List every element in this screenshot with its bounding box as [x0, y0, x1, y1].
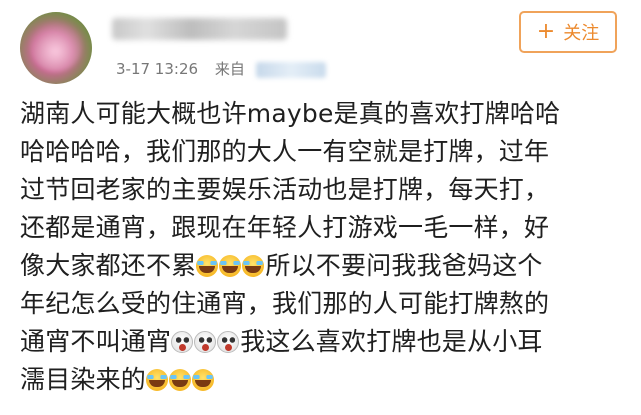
post-text: 湖南人可能大概也许maybe是真的喜欢打牌哈哈 [20, 99, 561, 128]
post-line: 湖南人可能大概也许maybe是真的喜欢打牌哈哈 [20, 95, 635, 133]
post-line: 像大家都还不累 所以不要问我我爸妈这个 [20, 247, 635, 285]
shocked-face-emoji-icon [194, 331, 217, 353]
post-text: 还都是通宵，跟现在年轻人打游戏一毛一样，好 [20, 213, 550, 242]
shocked-face-emoji-icon [171, 331, 194, 353]
laughing-tears-emoji-icon [219, 255, 242, 277]
source-blurred [255, 61, 326, 78]
post-text: 年纪怎么受的住通宵，我们那的人可能打牌熬的 [20, 289, 550, 318]
post-content: 湖南人可能大概也许maybe是真的喜欢打牌哈哈 哈哈哈哈，我们那的大人一有空就是… [20, 95, 635, 399]
post-text: 我这么喜欢打牌也是从小耳 [240, 327, 543, 356]
post-text: 所以不要问我我爸妈这个 [265, 251, 543, 280]
plus-icon: + [536, 19, 556, 44]
post-line: 年纪怎么受的住通宵，我们那的人可能打牌熬的 [20, 285, 635, 323]
laughing-tears-emoji-icon [169, 369, 192, 391]
post-line: 濡目染来的 [20, 361, 635, 399]
shocked-face-emoji-icon [217, 331, 240, 353]
source-label: 来自 [214, 60, 245, 78]
post-text: 像大家都还不累 [20, 251, 197, 280]
post-text: 过节回老家的主要娱乐活动也是打牌，每天打， [20, 175, 550, 204]
post-line: 还都是通宵，跟现在年轻人打游戏一毛一样，好 [20, 209, 635, 247]
post-meta: 3-17 13:26 来自 [116, 58, 326, 79]
post-line: 哈哈哈哈，我们那的大人一有空就是打牌，过年 [20, 133, 635, 171]
laughing-tears-emoji-icon [242, 255, 265, 277]
follow-label: 关注 [563, 23, 600, 44]
laughing-tears-emoji-icon [196, 255, 219, 277]
post-line: 过节回老家的主要娱乐活动也是打牌，每天打， [20, 171, 635, 209]
post-text: 哈哈哈哈，我们那的大人一有空就是打牌，过年 [20, 137, 550, 166]
post-timestamp: 3-17 13:26 [116, 60, 199, 78]
username-blurred[interactable] [112, 18, 287, 40]
avatar[interactable] [20, 12, 92, 84]
laughing-tears-emoji-icon [192, 369, 215, 391]
post-text: 濡目染来的 [20, 365, 147, 394]
post-text: 通宵不叫通宵 [20, 327, 172, 356]
laughing-tears-emoji-icon [146, 369, 169, 391]
follow-button[interactable]: + 关注 [519, 11, 617, 53]
post-line: 通宵不叫通宵 我这么喜欢打牌也是从小耳 [20, 323, 635, 361]
